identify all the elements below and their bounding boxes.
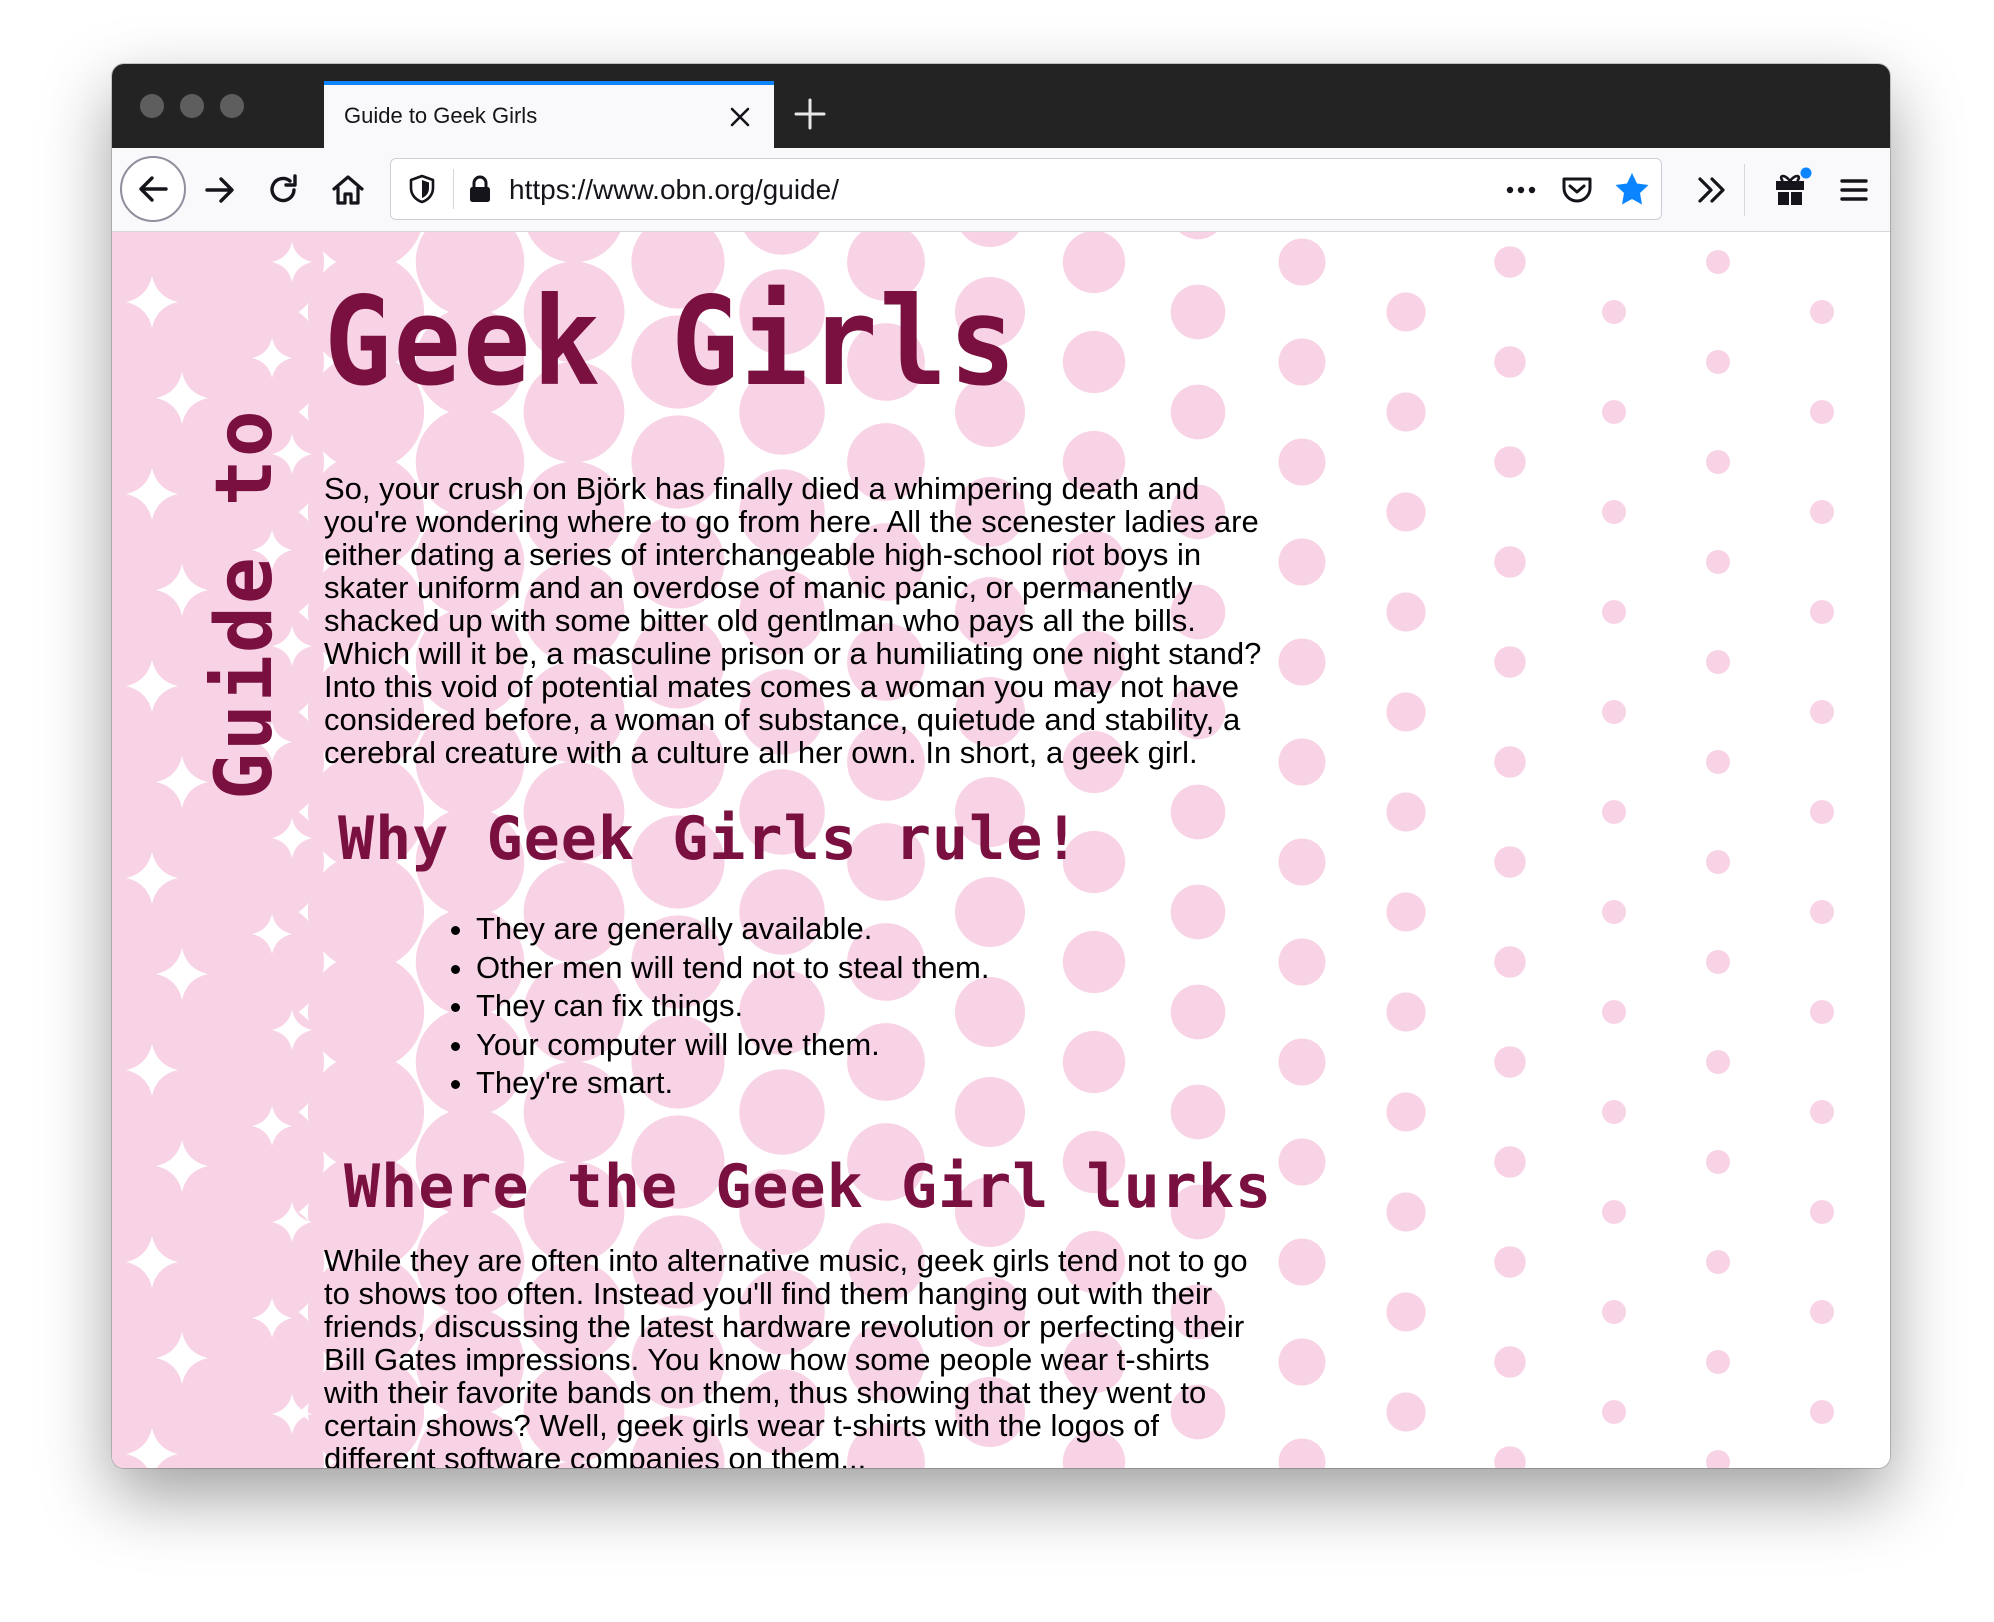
address-bar-separator xyxy=(453,169,454,209)
reload-button[interactable] xyxy=(262,168,306,212)
home-icon xyxy=(332,175,364,205)
back-button[interactable] xyxy=(120,156,186,222)
tab-title: Guide to Geek Girls xyxy=(344,103,538,128)
list-item: They can fix things. xyxy=(476,987,989,1026)
shield-icon[interactable] xyxy=(405,172,439,206)
star-icon[interactable] xyxy=(1613,170,1651,208)
address-bar[interactable]: https://www.obn.org/guide/ xyxy=(390,158,1662,220)
new-tab-plus-icon[interactable] xyxy=(790,94,830,134)
url-text[interactable]: https://www.obn.org/guide/ xyxy=(509,174,839,206)
tab-active[interactable]: Guide to Geek Girls xyxy=(324,81,774,148)
page-title: Geek Girls xyxy=(324,271,1019,413)
close-window-button[interactable] xyxy=(140,94,164,118)
side-label: Guide to xyxy=(200,408,290,800)
zoom-window-button[interactable] xyxy=(220,94,244,118)
list-item: Your computer will love them. xyxy=(476,1026,989,1065)
list-item: They're smart. xyxy=(476,1064,989,1103)
list-item: They are generally available. xyxy=(476,910,989,949)
navigation-toolbar: https://www.obn.org/guide/ xyxy=(112,148,1890,232)
page-viewport[interactable]: Guide to Geek Girls So, your crush on Bj… xyxy=(112,232,1890,1468)
where-paragraph: While they are often into alternative mu… xyxy=(324,1243,1248,1468)
tab-strip: Guide to Geek Girls xyxy=(112,64,1890,148)
chevron-double-right-icon[interactable] xyxy=(1692,170,1732,210)
minimize-window-button[interactable] xyxy=(180,94,204,118)
toolbar-separator xyxy=(1744,164,1745,216)
intro-paragraph: So, your crush on Björk has finally died… xyxy=(324,471,1262,770)
pocket-icon[interactable] xyxy=(1559,171,1595,207)
reasons-list: They are generally available. Other men … xyxy=(434,910,989,1103)
section-heading-why: Why Geek Girls rule! xyxy=(338,804,1081,874)
hamburger-menu-icon[interactable] xyxy=(1834,170,1874,210)
forward-button[interactable] xyxy=(198,168,242,212)
reload-icon xyxy=(270,174,297,203)
list-item: Other men will tend not to steal them. xyxy=(476,949,989,988)
more-icon[interactable] xyxy=(1503,176,1539,204)
tab-close-icon[interactable] xyxy=(726,103,754,131)
forward-arrow-icon xyxy=(205,177,234,203)
section-heading-where: Where the Geek Girl lurks xyxy=(344,1152,1273,1222)
home-button[interactable] xyxy=(326,168,370,212)
browser-window: Guide to Geek Girls https://www.obn.org/… xyxy=(112,64,1890,1468)
lock-icon[interactable] xyxy=(463,172,497,206)
back-arrow-icon xyxy=(139,176,168,202)
gift-icon[interactable] xyxy=(1770,166,1814,210)
